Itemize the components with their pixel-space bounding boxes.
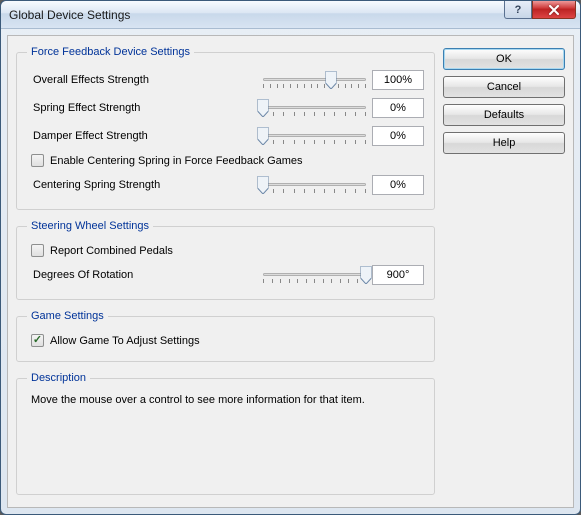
overall-strength-slider[interactable] <box>263 70 366 90</box>
steering-legend: Steering Wheel Settings <box>27 220 153 232</box>
ffb-legend: Force Feedback Device Settings <box>27 46 194 58</box>
damper-strength-row: Damper Effect Strength 0% <box>27 122 424 150</box>
centering-strength-value: 0% <box>372 175 424 195</box>
description-text: Move the mouse over a control to see mor… <box>27 392 424 412</box>
damper-strength-value: 0% <box>372 126 424 146</box>
overall-strength-row: Overall Effects Strength 100% <box>27 66 424 94</box>
game-legend: Game Settings <box>27 310 108 322</box>
enable-centering-row[interactable]: Enable Centering Spring in Force Feedbac… <box>27 150 424 171</box>
description-group: Description Move the mouse over a contro… <box>16 372 435 495</box>
centering-strength-label: Centering Spring Strength <box>27 179 257 191</box>
right-column: OK Cancel Defaults Help <box>443 44 565 499</box>
overall-strength-value: 100% <box>372 70 424 90</box>
spring-strength-row: Spring Effect Strength 0% <box>27 94 424 122</box>
rotation-label: Degrees Of Rotation <box>27 269 257 281</box>
allow-adjust-label: Allow Game To Adjust Settings <box>50 335 200 347</box>
checkbox-icon <box>31 154 44 167</box>
titlebar-controls: ? <box>504 1 576 19</box>
close-icon <box>549 5 559 15</box>
cancel-button[interactable]: Cancel <box>443 76 565 98</box>
dialog-window: Global Device Settings ? Force Feedback … <box>0 0 581 515</box>
combined-pedals-row[interactable]: Report Combined Pedals <box>27 240 424 261</box>
steering-group: Steering Wheel Settings Report Combined … <box>16 220 435 300</box>
help-button[interactable]: Help <box>443 132 565 154</box>
force-feedback-group: Force Feedback Device Settings Overall E… <box>16 46 435 210</box>
spring-strength-label: Spring Effect Strength <box>27 102 257 114</box>
checkbox-icon <box>31 244 44 257</box>
checkbox-icon <box>31 334 44 347</box>
help-icon: ? <box>515 4 522 16</box>
overall-strength-label: Overall Effects Strength <box>27 74 257 86</box>
combined-pedals-label: Report Combined Pedals <box>50 245 173 257</box>
damper-strength-label: Damper Effect Strength <box>27 130 257 142</box>
allow-adjust-row[interactable]: Allow Game To Adjust Settings <box>27 330 424 351</box>
spring-strength-value: 0% <box>372 98 424 118</box>
centering-strength-row: Centering Spring Strength 0% <box>27 171 424 199</box>
client-area: Force Feedback Device Settings Overall E… <box>7 35 574 508</box>
titlebar-close-button[interactable] <box>532 1 576 19</box>
rotation-value: 900° <box>372 265 424 285</box>
description-legend: Description <box>27 372 90 384</box>
rotation-slider[interactable] <box>263 265 366 285</box>
ok-button[interactable]: OK <box>443 48 565 70</box>
game-settings-group: Game Settings Allow Game To Adjust Setti… <box>16 310 435 362</box>
enable-centering-label: Enable Centering Spring in Force Feedbac… <box>50 155 303 167</box>
titlebar-help-button[interactable]: ? <box>504 1 532 19</box>
rotation-row: Degrees Of Rotation 900° <box>27 261 424 289</box>
left-column: Force Feedback Device Settings Overall E… <box>16 44 435 499</box>
titlebar: Global Device Settings ? <box>1 1 580 29</box>
centering-strength-slider[interactable] <box>263 175 366 195</box>
window-title: Global Device Settings <box>9 8 130 22</box>
damper-strength-slider[interactable] <box>263 126 366 146</box>
spring-strength-slider[interactable] <box>263 98 366 118</box>
defaults-button[interactable]: Defaults <box>443 104 565 126</box>
